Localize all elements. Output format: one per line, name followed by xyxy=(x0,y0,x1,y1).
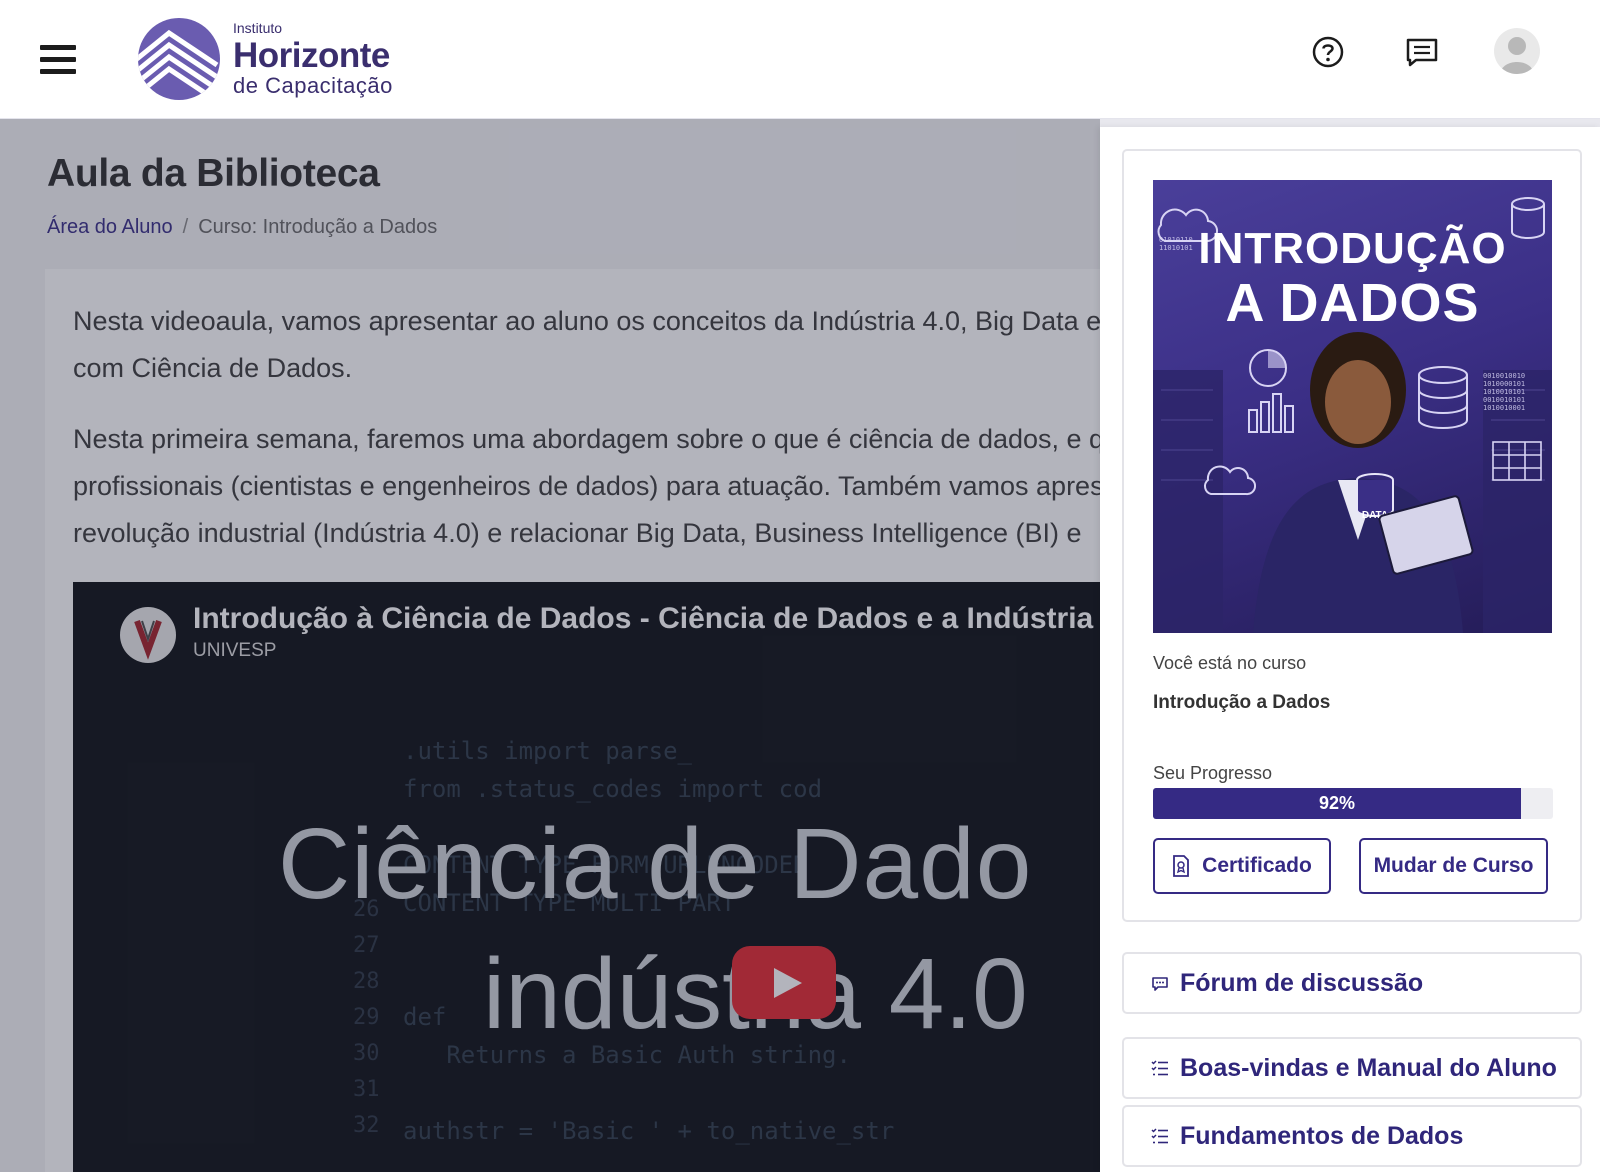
lesson-paragraph-2-line-2: profissionais (cientistas e engenheiros … xyxy=(73,471,1104,501)
nav-item-data-fundamentals[interactable]: Fundamentos de Dados xyxy=(1122,1105,1582,1167)
current-course-card: DATA 01010110 11010101 0010010010 10100001… xyxy=(1122,149,1582,922)
breadcrumb-separator: / xyxy=(182,216,189,238)
current-course-name: Introdução a Dados xyxy=(1153,692,1331,713)
course-cover-title-line-1: INTRODUÇÃO xyxy=(1198,224,1507,273)
video-thumbnail-text-1: Ciência de Dado xyxy=(278,808,1033,920)
nav-item-forum-label: Fórum de discussão xyxy=(1180,968,1424,997)
progress-bar: 92% xyxy=(1153,788,1553,819)
help-circle-icon[interactable] xyxy=(1310,34,1346,70)
logo-small-text: Instituto xyxy=(233,20,283,36)
panel-top-bar xyxy=(1100,119,1600,127)
breadcrumb-home-link[interactable]: Área do Aluno xyxy=(47,216,173,239)
forum-icon xyxy=(1152,977,1168,991)
nav-item-forum[interactable]: Fórum de discussão xyxy=(1122,952,1582,1014)
svg-text:1010010101: 1010010101 xyxy=(1483,388,1525,396)
user-avatar-icon[interactable] xyxy=(1494,28,1540,74)
video-play-button[interactable] xyxy=(732,946,836,1019)
video-title[interactable]: Introdução à Ciência de Dados - Ciência … xyxy=(193,602,1127,636)
lesson-paragraph-1-line-1: Nesta videoaula, vamos apresentar ao alu… xyxy=(73,306,1102,336)
current-course-label: Você está no curso xyxy=(1153,653,1307,673)
video-background-line-numbers: 26 27 28 29 30 31 32 xyxy=(353,897,380,1138)
nav-item-welcome-manual[interactable]: Boas-vindas e Manual do Aluno xyxy=(1122,1037,1582,1099)
svg-text:1010000101: 1010000101 xyxy=(1483,380,1525,388)
video-player[interactable]: .utils import parse_ from .status_codes … xyxy=(73,582,1193,1172)
change-course-button[interactable]: Mudar de Curso xyxy=(1359,838,1548,894)
course-cover-title-line-2: A DADOS xyxy=(1225,273,1480,333)
hamburger-menu-icon[interactable] xyxy=(40,45,76,75)
video-channel-name[interactable]: UNIVESP xyxy=(193,640,276,662)
lesson-content-card: Nesta videoaula, vamos apresentar ao alu… xyxy=(45,269,1245,1172)
progress-label: Seu Progresso xyxy=(1153,763,1273,783)
svg-text:0010010101: 0010010101 xyxy=(1483,396,1525,404)
certificate-document-icon xyxy=(1173,855,1190,877)
course-side-panel: DATA 01010110 11010101 0010010010 10100001… xyxy=(1100,127,1600,1172)
progress-bar-fill: 92% xyxy=(1153,788,1521,819)
certificate-button[interactable]: Certificado xyxy=(1153,838,1331,894)
svg-text:0010010010: 0010010010 xyxy=(1483,372,1525,380)
change-course-button-label: Mudar de Curso xyxy=(1373,854,1534,877)
list-icon xyxy=(1151,1128,1168,1144)
channel-logo-icon[interactable] xyxy=(120,607,176,663)
nav-item-welcome-manual-label: Boas-vindas e Manual do Aluno xyxy=(1180,1053,1557,1082)
lesson-paragraph-2-line-1: Nesta primeira semana, faremos uma abord… xyxy=(73,424,1120,454)
top-header: Instituto Horizonte de Capacitação xyxy=(0,0,1600,119)
breadcrumb: Área do Aluno / Curso: Introdução a Dado… xyxy=(47,216,437,239)
certificate-button-label: Certificado xyxy=(1202,854,1312,877)
nav-item-data-fundamentals-label: Fundamentos de Dados xyxy=(1180,1121,1464,1150)
institute-logo[interactable]: Instituto Horizonte de Capacitação xyxy=(137,17,393,101)
lesson-paragraph-1-line-2: com Ciência de Dados. xyxy=(73,353,353,383)
page-title: Aula da Biblioteca xyxy=(47,152,380,195)
breadcrumb-current: Curso: Introdução a Dados xyxy=(198,216,438,238)
logo-brand-text: Horizonte xyxy=(233,36,390,75)
logo-sub-text: de Capacitação xyxy=(233,73,393,98)
lesson-paragraph-2-line-3: revolução industrial (Indústria 4.0) e r… xyxy=(73,518,1082,548)
logo-mark-icon xyxy=(138,18,220,100)
svg-text:1010010001: 1010010001 xyxy=(1483,404,1525,412)
list-icon xyxy=(1151,1060,1168,1076)
chat-icon[interactable] xyxy=(1404,34,1440,70)
course-cover-image: DATA 01010110 11010101 0010010010 10100001… xyxy=(1153,180,1552,633)
